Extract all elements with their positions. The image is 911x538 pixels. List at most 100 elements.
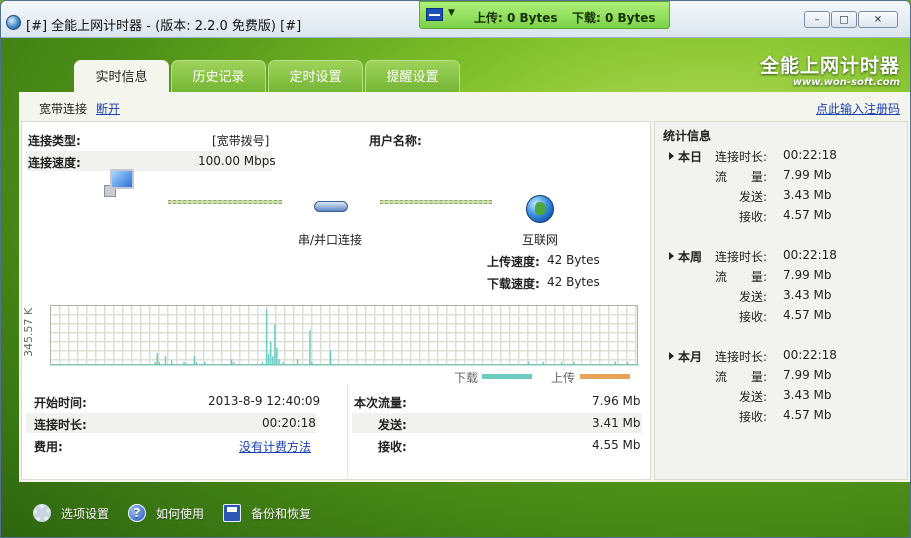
how-to-use-label: 如何使用	[156, 506, 205, 521]
link-line-right	[380, 200, 492, 204]
floppy-disk-icon	[223, 504, 241, 522]
chart-y-label: 345.57 K	[22, 307, 35, 357]
duration-value: 00:20:18	[262, 416, 316, 430]
internet-label: 互联网	[522, 233, 559, 247]
connection-subbar: 宽带连接 断开 点此输入注册码	[19, 92, 910, 121]
computer-icon	[104, 167, 138, 199]
backup-restore-label: 备份和恢复	[251, 506, 312, 521]
stats-time-value: 00:22:18	[783, 148, 837, 162]
tab-schedule[interactable]: 定时设置	[268, 60, 363, 93]
internet-globe-icon	[526, 195, 554, 223]
username-label: 用户名称:	[369, 134, 422, 148]
start-time-value: 2013-8-9 12:40:09	[208, 394, 321, 408]
connection-info-area: 连接类型: [宽带拨号] 连接速度: 100.00 Mbps 用户名称: 串/并…	[21, 121, 651, 480]
legend-download-swatch	[482, 374, 532, 379]
stats-time-value: 00:22:18	[783, 348, 837, 362]
traffic-label: 本次流量:	[354, 396, 407, 410]
close-button[interactable]: ✕	[858, 11, 898, 28]
connection-speed-value: 100.00 Mbps	[198, 154, 276, 168]
stats-group-name: 本日	[678, 150, 703, 164]
stats-flow-label: 流 量:	[715, 170, 768, 184]
upload-speed-value: 42 Bytes	[547, 253, 600, 267]
minimize-icon: –	[814, 14, 820, 25]
stats-flow-label: 流 量:	[715, 270, 768, 284]
speed-floating-bar[interactable]: ▼ 上传: 0 Bytes 下载: 0 Bytes	[419, 1, 670, 29]
tab-history[interactable]: 历史记录	[171, 60, 266, 93]
expand-arrow-icon	[669, 352, 674, 360]
stats-time-label: 连接时长:	[715, 350, 768, 364]
stats-sent-label: 发送:	[739, 190, 768, 204]
modem-icon	[314, 197, 348, 213]
download-speed-readout: 下载: 0 Bytes	[572, 11, 656, 25]
expand-arrow-icon	[669, 152, 674, 160]
stats-sent-label: 发送:	[739, 290, 768, 304]
legend-download-label: 下载	[454, 371, 479, 385]
legend-upload-label: 上传	[551, 371, 576, 385]
duration-label: 连接时长:	[34, 418, 87, 432]
tab-reminder[interactable]: 提醒设置	[365, 60, 460, 93]
stats-flow-value: 7.99 Mb	[783, 168, 832, 182]
sent-label: 发送:	[378, 418, 407, 432]
stats-time-label: 连接时长:	[715, 150, 768, 164]
disconnect-link[interactable]: 断开	[96, 100, 120, 117]
app-window: [#] 全能上网计时器 - (版本: 2.2.0 免费版) [#] – □ ✕ …	[0, 0, 911, 538]
stats-sent-value: 3.43 Mb	[783, 188, 832, 202]
options-settings-button[interactable]: 选项设置	[33, 501, 109, 525]
fee-method-link[interactable]: 没有计费方法	[239, 438, 311, 455]
window-title: [#] 全能上网计时器 - (版本: 2.2.0 免费版) [#]	[26, 19, 302, 34]
minimize-button[interactable]: –	[804, 11, 830, 28]
register-link[interactable]: 点此输入注册码	[816, 100, 900, 117]
stats-recv-value: 4.57 Mb	[783, 308, 832, 322]
stats-flow-value: 7.99 Mb	[783, 368, 832, 382]
connection-type-label: 连接类型:	[28, 134, 81, 148]
download-speed-label: 下载速度:	[487, 277, 540, 291]
backup-restore-button[interactable]: 备份和恢复	[223, 501, 311, 525]
connection-name: 宽带连接	[39, 102, 88, 116]
stats-time-value: 00:22:18	[783, 248, 837, 262]
stats-flow-value: 7.99 Mb	[783, 268, 832, 282]
received-label: 接收:	[378, 440, 407, 454]
chevron-down-icon[interactable]: ▼	[448, 8, 455, 18]
brand-url: www.won-soft.com	[792, 77, 900, 88]
received-value: 4.55 Mb	[592, 438, 641, 452]
statistics-panel: 统计信息 本日 连接时长: 00:22:18 流 量: 7.99 Mb 发送: …	[654, 121, 908, 480]
upload-speed-readout: 上传: 0 Bytes	[474, 11, 558, 25]
help-icon: ?	[128, 504, 146, 522]
statistics-title: 统计信息	[663, 129, 712, 143]
realtime-panel: 宽带连接 断开 点此输入注册码 连接类型: [宽带拨号] 连接速度: 100.0…	[19, 92, 910, 482]
monitor-icon[interactable]	[426, 8, 443, 21]
connection-type-value: [宽带拨号]	[212, 134, 270, 148]
stats-flow-label: 流 量:	[715, 370, 768, 384]
stats-time-label: 连接时长:	[715, 250, 768, 264]
download-speed-value: 42 Bytes	[547, 275, 600, 289]
maximize-button[interactable]: □	[831, 11, 857, 28]
upload-speed-label: 上传速度:	[487, 255, 540, 269]
gear-icon	[33, 504, 51, 522]
modem-label: 串/并口连接	[298, 233, 363, 247]
traffic-chart	[50, 305, 639, 366]
connection-speed-label: 连接速度:	[28, 156, 81, 170]
stats-recv-value: 4.57 Mb	[783, 208, 832, 222]
stats-group-name: 本月	[678, 350, 703, 364]
tab-realtime[interactable]: 实时信息	[74, 60, 169, 93]
link-line-left	[168, 200, 282, 204]
stats-recv-label: 接收:	[739, 310, 768, 324]
stats-sent-value: 3.43 Mb	[783, 388, 832, 402]
stats-recv-value: 4.57 Mb	[783, 408, 832, 422]
start-time-label: 开始时间:	[34, 396, 87, 410]
sent-value: 3.41 Mb	[592, 416, 641, 430]
maximize-icon: □	[839, 14, 849, 25]
brand-name: 全能上网计时器	[759, 55, 900, 77]
stats-sent-label: 发送:	[739, 390, 768, 404]
how-to-use-button[interactable]: ? 如何使用	[128, 501, 204, 525]
expand-arrow-icon	[669, 252, 674, 260]
traffic-chart-svg	[51, 306, 639, 366]
legend-upload-swatch	[580, 374, 630, 379]
options-settings-label: 选项设置	[61, 506, 110, 521]
fee-label: 费用:	[34, 440, 63, 454]
stats-recv-label: 接收:	[739, 410, 768, 424]
traffic-value: 7.96 Mb	[592, 394, 641, 408]
stats-group-name: 本周	[678, 250, 703, 264]
app-globe-icon	[6, 15, 21, 30]
bottom-toolbar: 选项设置 ? 如何使用 备份和恢复	[1, 501, 910, 529]
